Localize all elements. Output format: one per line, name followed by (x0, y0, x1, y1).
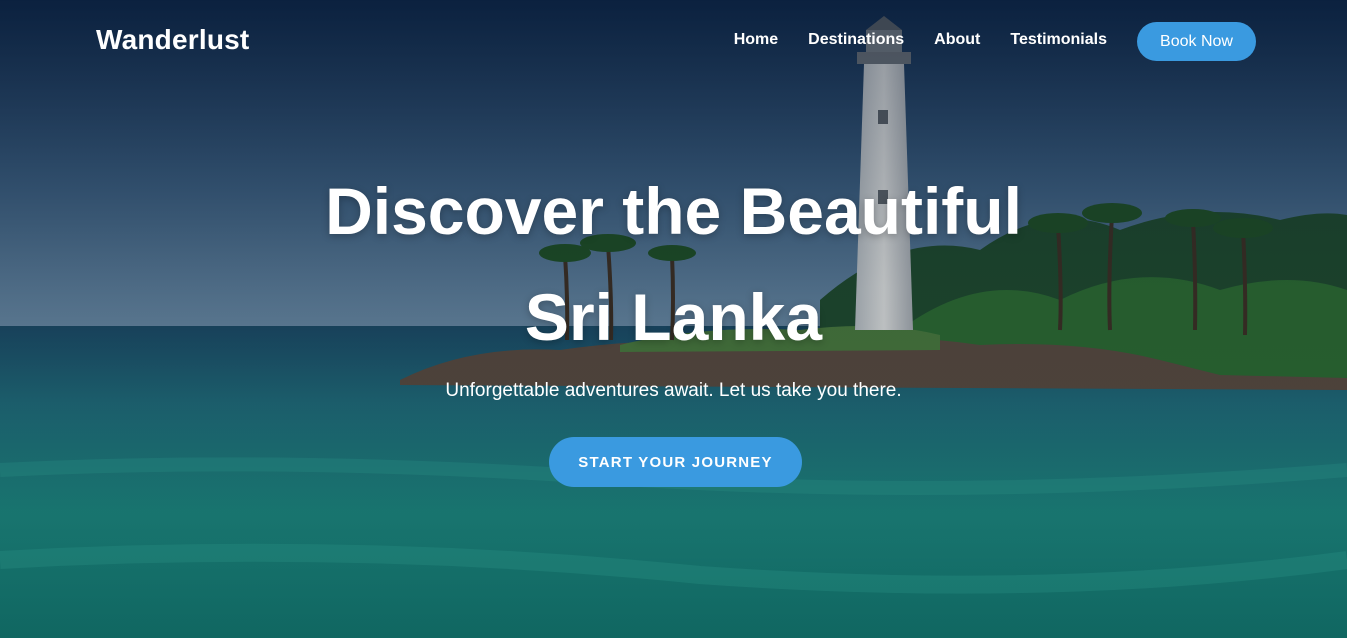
hero-title-line-2: Sri Lanka (524, 280, 823, 354)
nav-link-testimonials[interactable]: Testimonials (1010, 31, 1107, 49)
book-now-button[interactable]: Book Now (1137, 22, 1256, 61)
hero-title: Discover the Beautiful Sri Lanka (0, 158, 1347, 370)
nav-link-about[interactable]: About (934, 31, 980, 49)
hero-title-line-1: Discover the Beautiful (325, 174, 1022, 248)
nav-links: Home Destinations About Testimonials (734, 31, 1107, 49)
hero-subtitle: Unforgettable adventures await. Let us t… (445, 380, 902, 401)
navbar: Wanderlust Home Destinations About Testi… (0, 0, 1347, 84)
nav-link-destinations[interactable]: Destinations (808, 31, 904, 49)
hero-section: Wanderlust Home Destinations About Testi… (0, 0, 1347, 638)
site-logo[interactable]: Wanderlust (96, 24, 249, 56)
start-journey-button[interactable]: START YOUR JOURNEY (549, 437, 802, 487)
nav-link-home[interactable]: Home (734, 31, 778, 49)
